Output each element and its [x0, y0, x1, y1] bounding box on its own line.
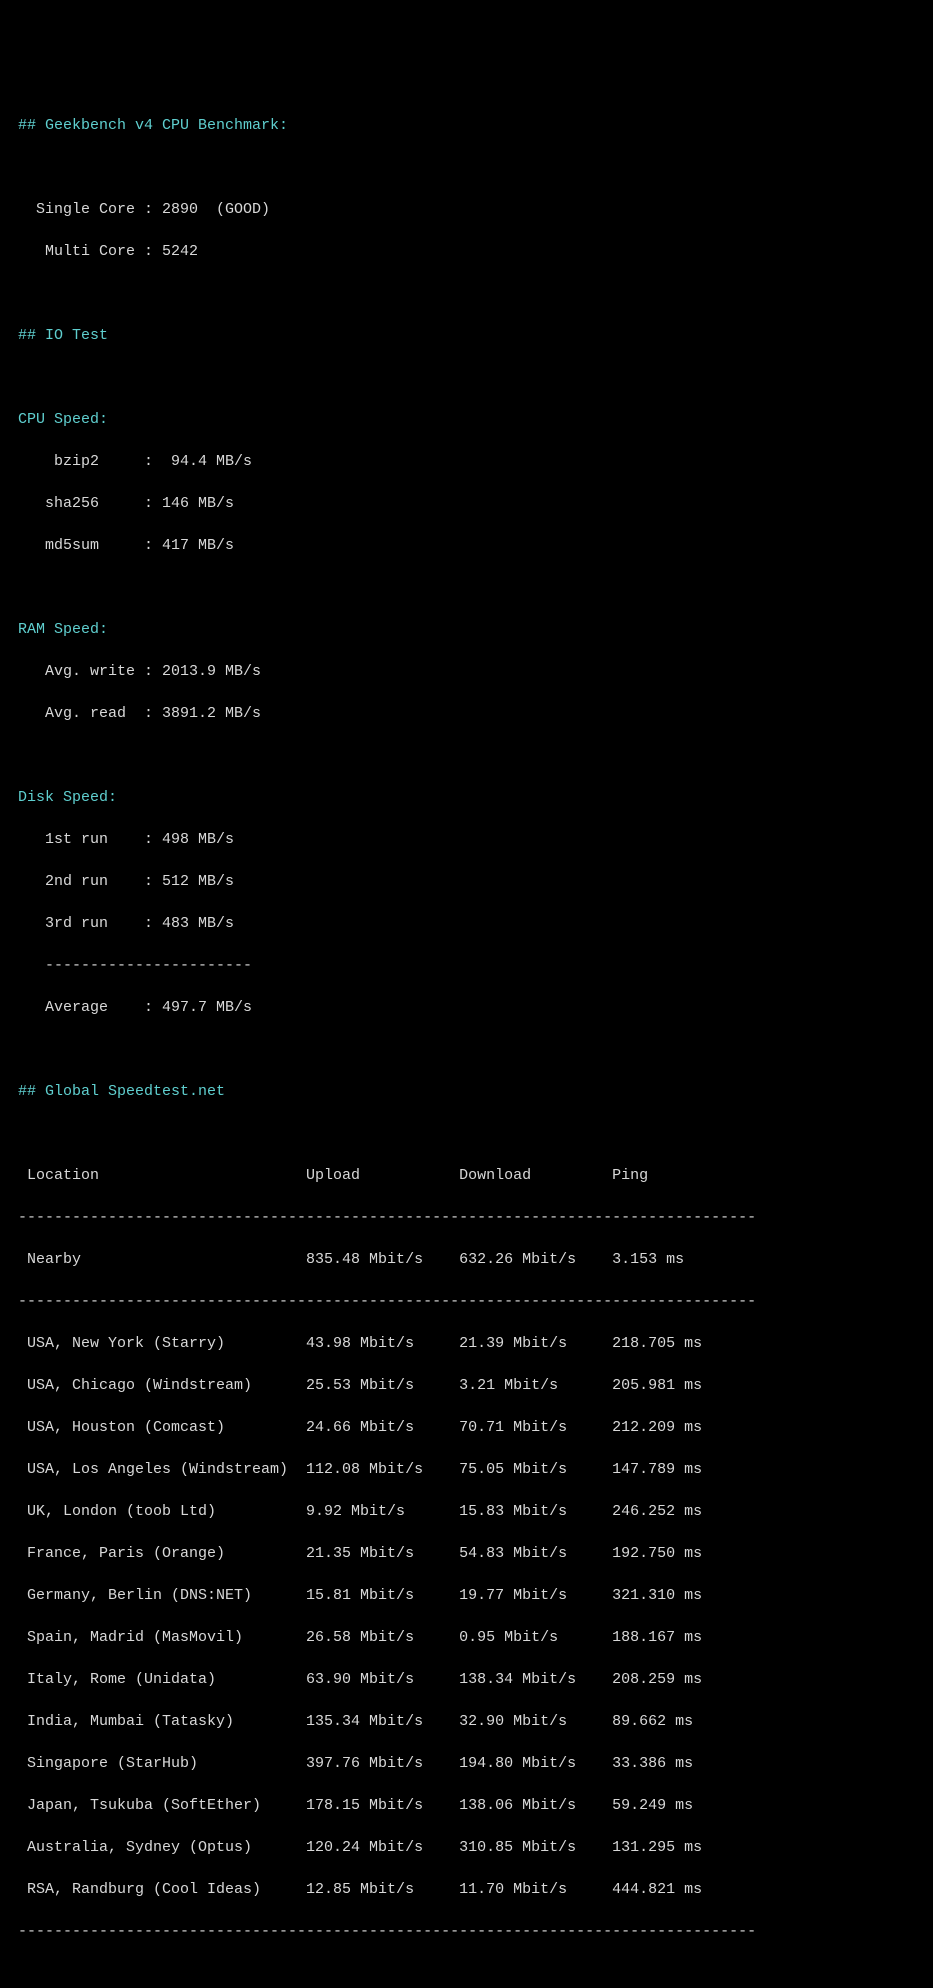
speedtest-separator: ----------------------------------------… — [18, 1291, 915, 1312]
geekbench-multi-core: Multi Core : 5242 — [18, 241, 915, 262]
disk-speed-header: Disk Speed: — [18, 787, 915, 808]
speedtest-row: Australia, Sydney (Optus) 120.24 Mbit/s … — [18, 1837, 915, 1858]
cpu-speed-md5sum: md5sum : 417 MB/s — [18, 535, 915, 556]
speedtest-row: India, Mumbai (Tatasky) 135.34 Mbit/s 32… — [18, 1711, 915, 1732]
cpu-speed-sha256: sha256 : 146 MB/s — [18, 493, 915, 514]
io-test-header: ## IO Test — [18, 325, 915, 346]
speedtest-row: USA, Chicago (Windstream) 25.53 Mbit/s 3… — [18, 1375, 915, 1396]
geekbench-single-core: Single Core : 2890 (GOOD) — [18, 199, 915, 220]
ram-speed-write: Avg. write : 2013.9 MB/s — [18, 661, 915, 682]
disk-speed-average: Average : 497.7 MB/s — [18, 997, 915, 1018]
speedtest-row: USA, Los Angeles (Windstream) 112.08 Mbi… — [18, 1459, 915, 1480]
speedtest-row: RSA, Randburg (Cool Ideas) 12.85 Mbit/s … — [18, 1879, 915, 1900]
disk-speed-run1: 1st run : 498 MB/s — [18, 829, 915, 850]
geekbench-header: ## Geekbench v4 CPU Benchmark: — [18, 115, 915, 136]
disk-speed-run2: 2nd run : 512 MB/s — [18, 871, 915, 892]
speedtest-row: Italy, Rome (Unidata) 63.90 Mbit/s 138.3… — [18, 1669, 915, 1690]
speedtest-row: UK, London (toob Ltd) 9.92 Mbit/s 15.83 … — [18, 1501, 915, 1522]
speedtest-table-header: Location Upload Download Ping — [18, 1165, 915, 1186]
speedtest-separator: ----------------------------------------… — [18, 1207, 915, 1228]
speedtest-separator: ----------------------------------------… — [18, 1921, 915, 1942]
speedtest-row: Singapore (StarHub) 397.76 Mbit/s 194.80… — [18, 1753, 915, 1774]
speedtest-row: France, Paris (Orange) 21.35 Mbit/s 54.8… — [18, 1543, 915, 1564]
speedtest-header: ## Global Speedtest.net — [18, 1081, 915, 1102]
speedtest-row: Japan, Tsukuba (SoftEther) 178.15 Mbit/s… — [18, 1795, 915, 1816]
speedtest-row: USA, New York (Starry) 43.98 Mbit/s 21.3… — [18, 1333, 915, 1354]
speedtest-row: Spain, Madrid (MasMovil) 26.58 Mbit/s 0.… — [18, 1627, 915, 1648]
cpu-speed-header: CPU Speed: — [18, 409, 915, 430]
speedtest-nearby: Nearby 835.48 Mbit/s 632.26 Mbit/s 3.153… — [18, 1249, 915, 1270]
speedtest-row: Germany, Berlin (DNS:NET) 15.81 Mbit/s 1… — [18, 1585, 915, 1606]
disk-speed-separator: ----------------------- — [18, 955, 915, 976]
speedtest-row: USA, Houston (Comcast) 24.66 Mbit/s 70.7… — [18, 1417, 915, 1438]
terminal-output: ## Geekbench v4 CPU Benchmark: Single Co… — [18, 94, 915, 1963]
disk-speed-run3: 3rd run : 483 MB/s — [18, 913, 915, 934]
ram-speed-read: Avg. read : 3891.2 MB/s — [18, 703, 915, 724]
ram-speed-header: RAM Speed: — [18, 619, 915, 640]
cpu-speed-bzip2: bzip2 : 94.4 MB/s — [18, 451, 915, 472]
